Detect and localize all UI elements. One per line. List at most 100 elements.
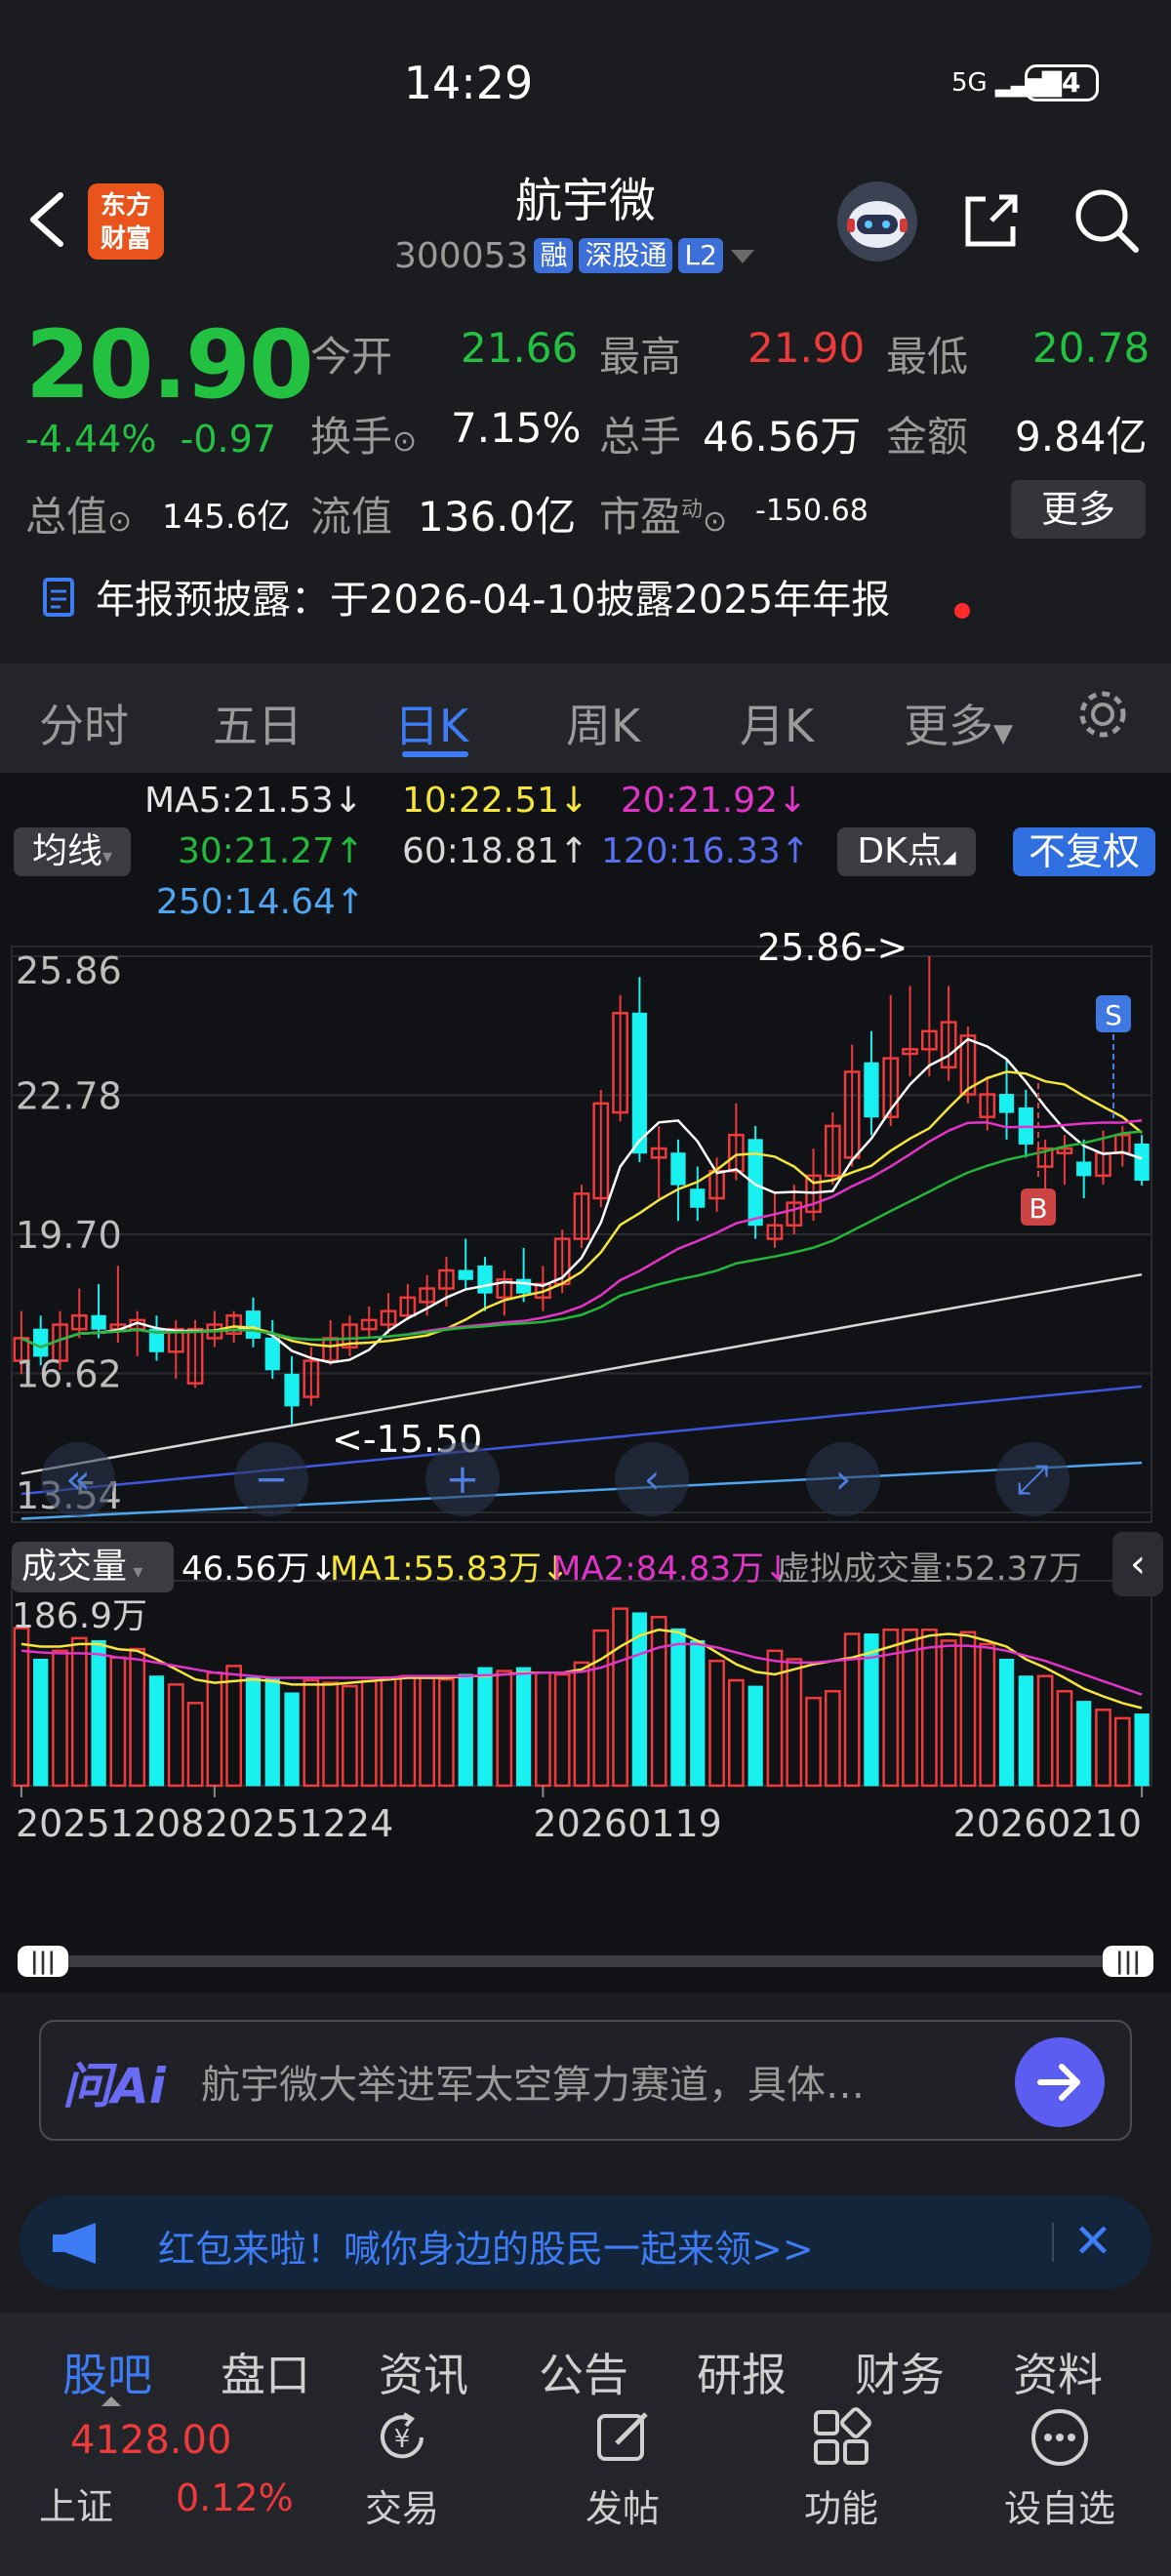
y-tick-label: 16.62 bbox=[16, 1353, 122, 1396]
volume-bar bbox=[805, 1696, 822, 1788]
candle-down bbox=[264, 1337, 280, 1371]
vol-max-label: 186.9万 bbox=[12, 1596, 147, 1636]
prev-icon[interactable]: ‹ bbox=[615, 1442, 689, 1516]
value-low: 20.78 bbox=[1032, 324, 1151, 372]
caret-down-icon: ▾ bbox=[101, 844, 113, 867]
label-pe[interactable]: 市盈动⊙ bbox=[599, 484, 727, 543]
tab-announcements[interactable]: 公告 bbox=[539, 2340, 628, 2404]
promo-divider bbox=[1052, 2223, 1054, 2262]
candle-down bbox=[631, 1012, 648, 1154]
tab-weekly-k[interactable]: 周K bbox=[566, 691, 640, 755]
volume-bar bbox=[167, 1683, 184, 1788]
yen-cycle-icon: ¥ bbox=[381, 2412, 424, 2459]
ma10-legend: 10:22.51↓ bbox=[402, 781, 589, 821]
volume-bar bbox=[264, 1676, 280, 1787]
promo-text[interactable]: 红包来啦！喊你身边的股民一起来领>> bbox=[158, 2219, 814, 2273]
arrow-right-icon bbox=[1037, 2064, 1080, 2101]
sell-marker[interactable]: S bbox=[1096, 995, 1131, 1122]
search-button[interactable] bbox=[1070, 183, 1144, 258]
volume-bar bbox=[824, 1690, 841, 1788]
chart-tabs: 分时 五日 日K 周K 月K 更多▼ bbox=[0, 664, 1171, 773]
x-tick-label: 20251208 bbox=[16, 1802, 204, 1845]
next-icon[interactable]: › bbox=[806, 1442, 880, 1516]
value-pe: -150.68 bbox=[755, 494, 868, 528]
volume-bar bbox=[399, 1674, 417, 1788]
dk-point-button[interactable]: DK点◢ bbox=[837, 827, 976, 876]
candle-down bbox=[91, 1314, 106, 1330]
stock-code-row[interactable]: 300053 融 深股通 L2 bbox=[394, 234, 756, 277]
scroll-handle-left[interactable]: ||| bbox=[18, 1946, 68, 1977]
ma5-legend: MA5:21.53↓ bbox=[144, 781, 363, 821]
chart-scroll-track[interactable] bbox=[29, 1955, 1142, 1967]
volume-bar bbox=[342, 1684, 358, 1788]
volume-bar bbox=[920, 1628, 938, 1788]
current-price: 20.90 bbox=[25, 310, 314, 420]
volume-bar bbox=[708, 1659, 725, 1788]
stock-code: 300053 bbox=[394, 235, 529, 276]
notice-banner[interactable]: 年报预披露：于2026-04-10披露2025年年报 bbox=[39, 568, 890, 624]
fullscreen-icon[interactable]: ⤢ bbox=[995, 1442, 1070, 1516]
kline-chart[interactable]: 25.8622.7819.7016.6213.54 25.86-> <-15.5… bbox=[0, 927, 1171, 1922]
scroll-handle-right[interactable]: ||| bbox=[1103, 1946, 1153, 1977]
volume-bar bbox=[650, 1616, 667, 1788]
rewind-icon[interactable]: « bbox=[41, 1442, 115, 1516]
assistant-avatar[interactable] bbox=[837, 181, 917, 262]
tab-five-day[interactable]: 五日 bbox=[213, 691, 303, 755]
tab-profile[interactable]: 资料 bbox=[1013, 2340, 1103, 2404]
notice-text: 年报预披露：于2026-04-10披露2025年年报 bbox=[96, 578, 891, 623]
index-value[interactable]: 4128.00 bbox=[70, 2418, 231, 2463]
ma120-line bbox=[20, 1385, 1143, 1496]
tab-news[interactable]: 资讯 bbox=[379, 2340, 468, 2404]
nav-glyph: ‹ bbox=[644, 1455, 661, 1503]
ma250-legend: 250:14.64↑ bbox=[156, 882, 366, 922]
svg-text:B: B bbox=[1029, 1192, 1047, 1225]
volume-bar bbox=[148, 1675, 165, 1787]
add-watchlist-label: 设自选 bbox=[1003, 2487, 1115, 2530]
tag-margin: 融 bbox=[534, 238, 574, 273]
candle-down bbox=[670, 1152, 686, 1186]
zoom-in-icon[interactable]: + bbox=[425, 1442, 500, 1516]
value-amount: 9.84亿 bbox=[1015, 413, 1148, 461]
more-quote-button[interactable]: 更多 bbox=[1011, 480, 1146, 539]
high-annotation: 25.86-> bbox=[757, 927, 908, 969]
volume-indicator-selector[interactable]: 成交量 ▾ bbox=[12, 1542, 174, 1592]
info-icon: ⊙ bbox=[392, 424, 418, 459]
value-volume: 46.56万 bbox=[703, 413, 862, 461]
chart-settings-button[interactable] bbox=[1073, 685, 1132, 754]
tab-intraday[interactable]: 分时 bbox=[39, 691, 129, 755]
unread-dot bbox=[954, 603, 970, 619]
tab-guba[interactable]: 股吧 bbox=[62, 2340, 152, 2404]
tag-level2: L2 bbox=[678, 238, 723, 273]
label-mktcap[interactable]: 总值⊙ bbox=[25, 484, 132, 543]
search-icon bbox=[1075, 189, 1139, 253]
robot-icon bbox=[847, 201, 908, 248]
ma-selector[interactable]: 均线▾ bbox=[14, 827, 131, 876]
tab-daily-k[interactable]: 日K bbox=[394, 691, 468, 755]
no-adjust-button[interactable]: 不复权 bbox=[1013, 827, 1155, 876]
tab-research[interactable]: 研报 bbox=[697, 2340, 787, 2404]
index-change: 0.12% bbox=[176, 2476, 294, 2519]
volume-bar bbox=[477, 1667, 493, 1787]
collapse-panel-button[interactable]: ‹ bbox=[1112, 1532, 1163, 1596]
tag-connect: 深股通 bbox=[579, 238, 673, 273]
candle-down bbox=[1076, 1161, 1092, 1177]
tab-monthly-k[interactable]: 月K bbox=[740, 691, 814, 755]
candle-down bbox=[458, 1269, 473, 1280]
caret-down-icon: ▼ bbox=[993, 719, 1013, 748]
label-turnover[interactable]: 换手⊙ bbox=[310, 404, 417, 463]
volume-bar bbox=[535, 1671, 551, 1788]
volume-bar bbox=[959, 1630, 977, 1788]
ai-query-text[interactable]: 航宇微大举进军太空算力赛道，具体… bbox=[201, 2053, 865, 2110]
tab-more[interactable]: 更多▼ bbox=[904, 691, 1013, 755]
volume-bars bbox=[13, 1607, 1150, 1788]
volume-bar bbox=[766, 1649, 784, 1788]
tab-finance[interactable]: 财务 bbox=[855, 2340, 945, 2404]
ai-send-button[interactable] bbox=[1015, 2037, 1105, 2127]
candle-down bbox=[515, 1278, 532, 1294]
tab-pankou[interactable]: 盘口 bbox=[221, 2340, 310, 2404]
volume-bar bbox=[902, 1628, 918, 1788]
zoom-out-icon[interactable]: − bbox=[234, 1442, 308, 1516]
share-icon bbox=[965, 194, 1018, 247]
close-promo-button[interactable]: ✕ bbox=[1064, 2207, 1122, 2275]
share-button[interactable] bbox=[956, 185, 1027, 256]
